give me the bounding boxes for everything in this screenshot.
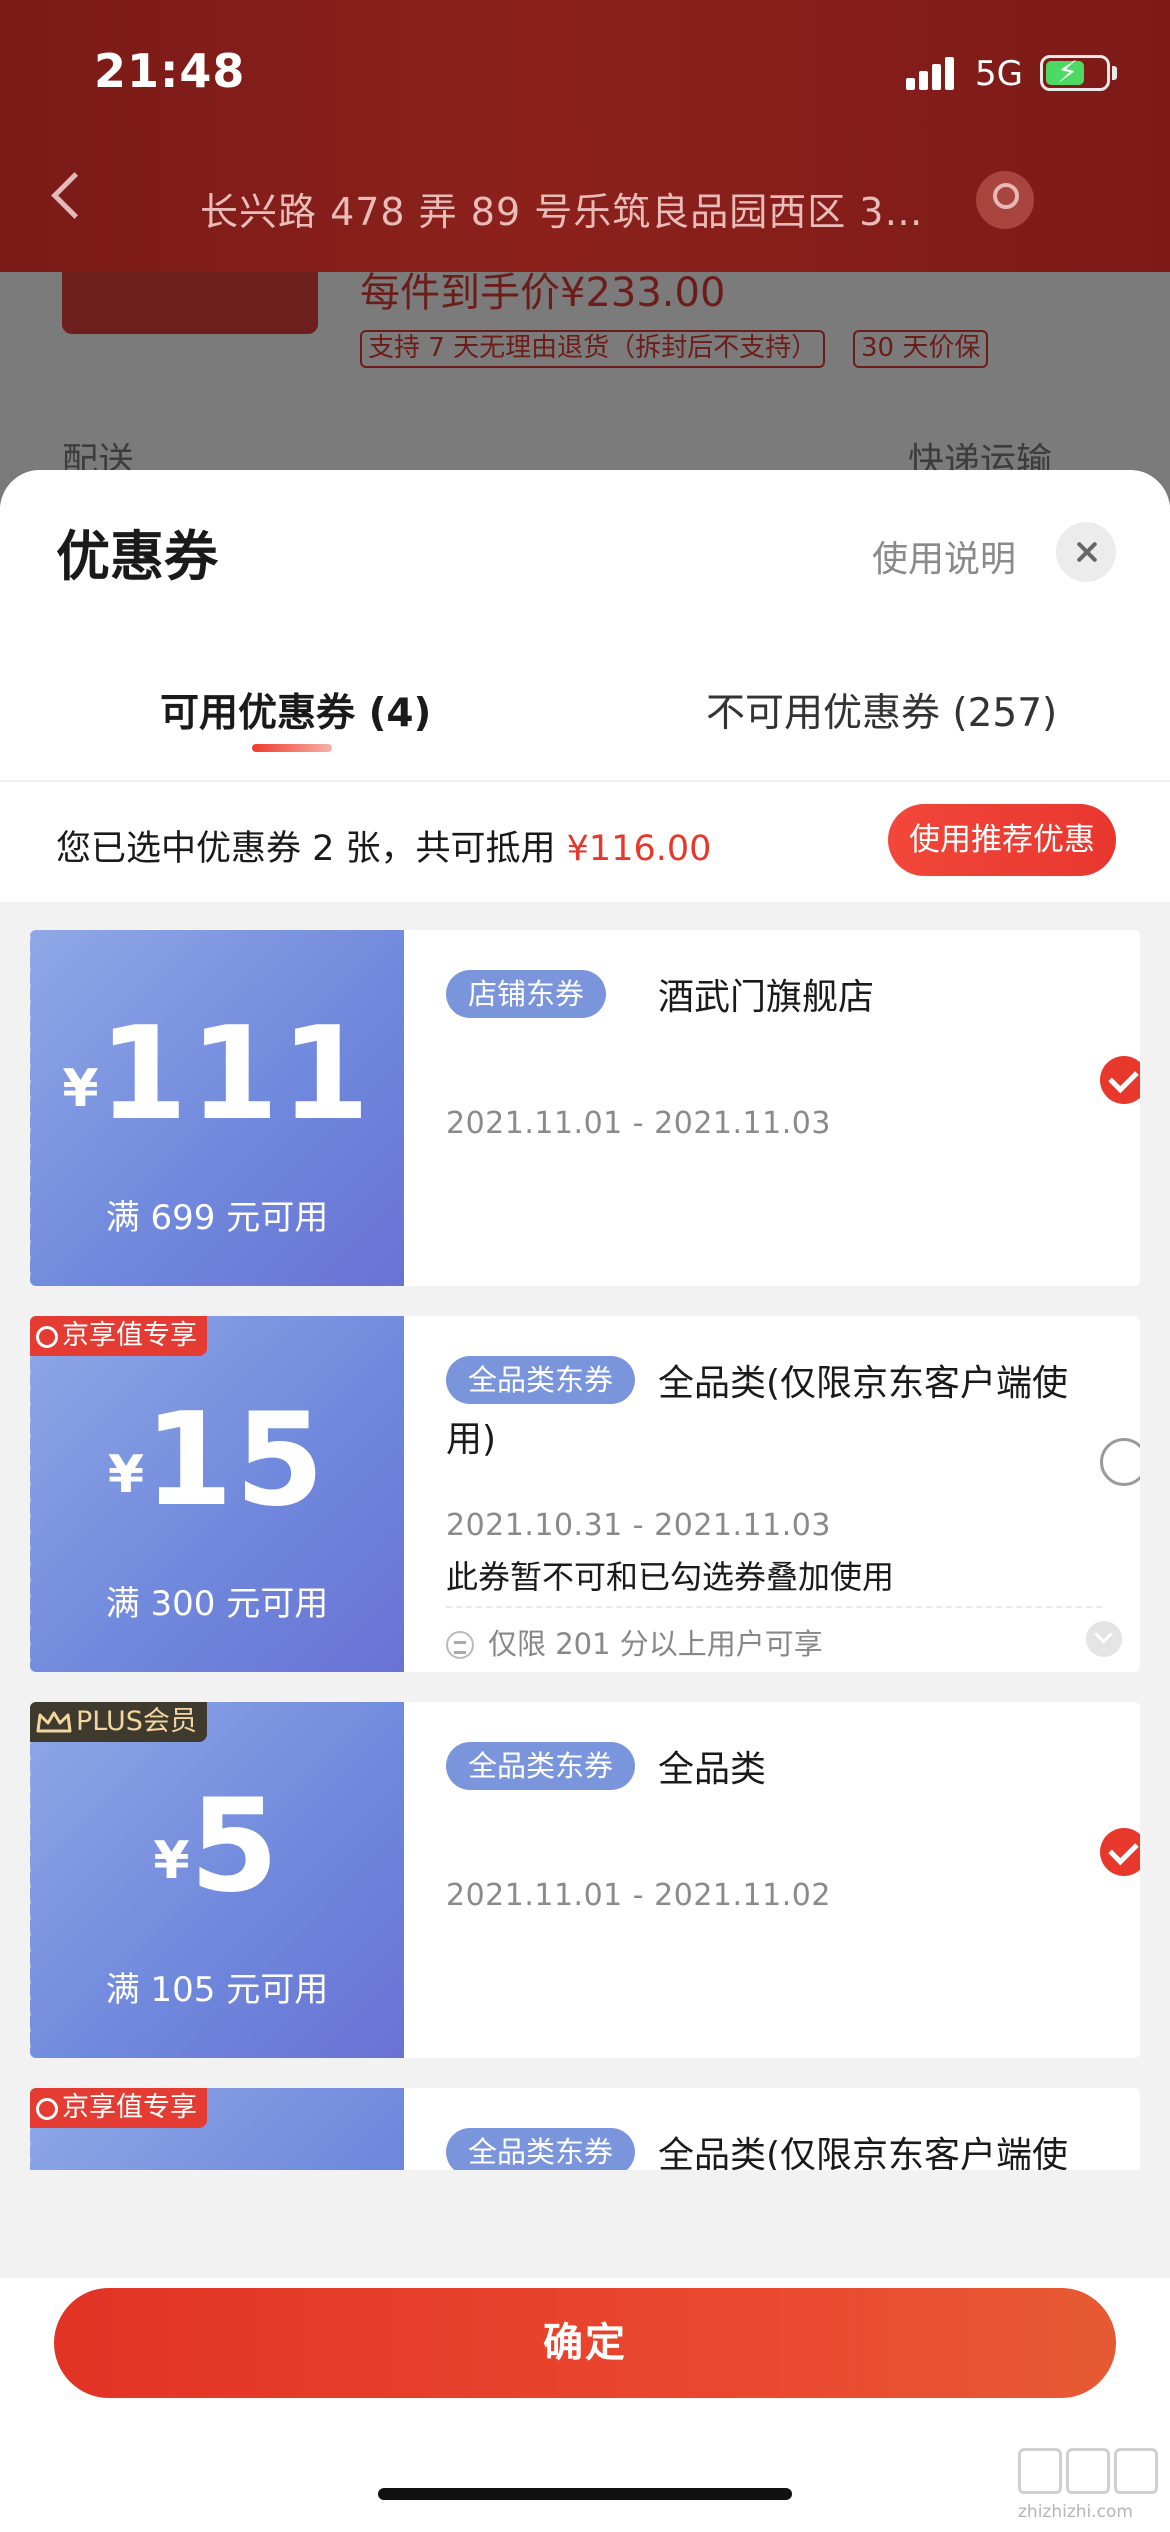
coupon-title: 全品类	[658, 1749, 767, 1790]
coupon-date: 2021.11.01 - 2021.11.03	[446, 1106, 831, 1141]
service-tag: 30 天价保	[853, 330, 989, 368]
plus-member-badge: PLUS会员	[30, 1702, 207, 1742]
coupon-eligibility-text: 仅限 201 分以上用户可享	[488, 1627, 823, 1661]
coupon-list[interactable]: ¥111 满 699 元可用 店铺东券 酒武门旗舰店 2021.11.01 - …	[0, 930, 1170, 2170]
coupon-threshold: 满 105 元可用	[105, 1970, 329, 2010]
selected-check-icon[interactable]	[1100, 1828, 1140, 1876]
coupon-currency: ¥	[153, 1831, 190, 1891]
badge-label: PLUS会员	[76, 1706, 197, 1737]
coupon-card[interactable]: ¥111 满 699 元可用 店铺东券 酒武门旗舰店 2021.11.01 - …	[30, 930, 1140, 1286]
badge-label: 京享值专享	[62, 2092, 197, 2123]
sheet-title: 优惠券	[56, 525, 218, 588]
coupon-currency: ¥	[107, 1445, 145, 1505]
chevron-down-icon[interactable]	[1086, 1621, 1122, 1657]
back-icon[interactable]	[51, 172, 98, 219]
coupon-card[interactable]: ¥15 满 300 元可用 京享值专享 全品类东券 全品类(仅限京东客户端使用)…	[30, 1316, 1140, 1672]
coupon-title: 酒武门旗舰店	[658, 977, 875, 1018]
coupon-title: 全品类(仅限京东客户端使用)	[446, 1363, 1069, 1460]
sheet-header: 优惠券 使用说明 可用优惠券 (4) 不可用优惠券 (257)	[0, 470, 1170, 780]
jd-value-exclusive-badge: 京享值专享	[30, 2088, 207, 2128]
coupon-amount-row: ¥5	[30, 1772, 404, 1921]
status-bar: 21:48 5G ⚡	[0, 0, 1170, 150]
unselected-radio-icon[interactable]	[1100, 1438, 1140, 1486]
badge-icon	[36, 2098, 58, 2120]
coupon-type-tag: 店铺东券	[446, 970, 607, 1018]
coupon-amount: 12	[144, 2158, 326, 2170]
tab-unavailable-coupons[interactable]: 不可用优惠券 (257)	[706, 682, 1057, 738]
product-thumbnail	[62, 272, 318, 334]
battery-icon: ⚡	[1040, 55, 1110, 91]
coupon-threshold: 满 699 元可用	[105, 1198, 329, 1238]
network-label: 5G	[975, 54, 1023, 94]
jd-value-exclusive-badge: 京享值专享	[30, 1316, 207, 1356]
coupon-details: 店铺东券 酒武门旗舰店 2021.11.01 - 2021.11.03	[404, 930, 1140, 1286]
service-tag: 支持 7 天无理由退货（拆封后不支持）	[360, 330, 826, 368]
address-text[interactable]: 长兴路 478 弄 89 号乐筑良品园西区 3…	[200, 181, 923, 236]
coupon-amount-row: ¥15	[30, 1386, 404, 1535]
page-header-background: 21:48 5G ⚡ 长兴路 478 弄 89 号乐筑良品园西区 3…	[0, 0, 1170, 272]
coupon-date: 2021.10.31 - 2021.11.03	[446, 1508, 831, 1543]
status-time: 21:48	[94, 44, 246, 98]
coupon-details: 全品类东券 全品类 2021.11.01 - 2021.11.02	[404, 1702, 1140, 2058]
coupon-card[interactable]: ¥12 京享值专享 全品类东券 全品类(仅限京东客户端使用)	[30, 2088, 1140, 2170]
signal-icon	[906, 56, 956, 90]
coupon-amount: 5	[189, 1772, 281, 1921]
summary-amount: ¥116.00	[566, 829, 712, 869]
use-recommended-button[interactable]: 使用推荐优惠	[888, 804, 1116, 876]
coupon-value-panel: ¥15 满 300 元可用	[30, 1316, 404, 1672]
product-summary-background: 每件到手价¥233.00 支持 7 天无理由退货（拆封后不支持） 30 天价保 …	[0, 270, 1170, 482]
selection-summary: 您已选中优惠券 2 张，共可抵用 ¥116.00 使用推荐优惠	[0, 782, 1170, 902]
coupon-value-panel: ¥5 满 105 元可用	[30, 1702, 404, 2058]
selected-check-icon[interactable]	[1100, 1056, 1140, 1104]
close-button[interactable]	[1056, 522, 1116, 582]
summary-text: 您已选中优惠券 2 张，共可抵用 ¥116.00	[56, 820, 711, 871]
badge-icon	[36, 1326, 58, 1348]
coupon-value-panel: ¥111 满 699 元可用	[30, 930, 404, 1286]
coupon-threshold: 满 300 元可用	[105, 1584, 329, 1624]
tab-available-coupons[interactable]: 可用优惠券 (4)	[160, 682, 431, 738]
product-price: 每件到手价¥233.00	[360, 270, 726, 316]
confirm-button[interactable]: 确定	[54, 2288, 1116, 2398]
nav-bar: 长兴路 478 弄 89 号乐筑良品园西区 3…	[0, 165, 1170, 255]
coupon-eligibility: 仅限 201 分以上用户可享	[446, 1621, 823, 1663]
score-icon	[446, 1631, 474, 1659]
coupon-stacking-note: 此券暂不可和已勾选券叠加使用	[446, 1558, 895, 1596]
home-indicator	[378, 2488, 792, 2500]
badge-label: 京享值专享	[62, 1320, 197, 1351]
watermark-text: zhizhizhi.com	[1018, 2502, 1133, 2522]
battery-cap	[1112, 66, 1117, 80]
coupon-details: 全品类东券 全品类(仅限京东客户端使用)	[404, 2088, 1140, 2170]
watermark-logo	[1018, 2448, 1158, 2494]
coupon-amount-row: ¥111	[30, 1000, 404, 1149]
crown-icon	[36, 1711, 72, 1733]
coupon-amount: 111	[98, 1000, 372, 1149]
coupon-date: 2021.11.01 - 2021.11.02	[446, 1878, 831, 1913]
location-icon[interactable]	[976, 171, 1034, 229]
tab-indicator	[252, 744, 332, 752]
usage-instructions-link[interactable]: 使用说明	[872, 530, 1016, 582]
coupon-sheet: 优惠券 使用说明 可用优惠券 (4) 不可用优惠券 (257) 您已选中优惠券 …	[0, 470, 1170, 2532]
coupon-title: 全品类(仅限京东客户端使用)	[658, 2135, 1069, 2170]
coupon-details: 全品类东券 全品类(仅限京东客户端使用) 2021.10.31 - 2021.1…	[404, 1316, 1140, 1672]
coupon-type-tag: 全品类东券	[446, 1742, 636, 1790]
coupon-currency: ¥	[62, 1059, 99, 1119]
coupon-card[interactable]: ¥5 满 105 元可用 PLUS会员 全品类东券 全品类 2021.11.01…	[30, 1702, 1140, 2058]
divider	[446, 1606, 1102, 1608]
coupon-amount: 15	[144, 1386, 327, 1535]
coupon-amount-row: ¥12	[30, 2158, 404, 2170]
summary-label: 您已选中优惠券 2 张，共可抵用	[56, 829, 567, 869]
